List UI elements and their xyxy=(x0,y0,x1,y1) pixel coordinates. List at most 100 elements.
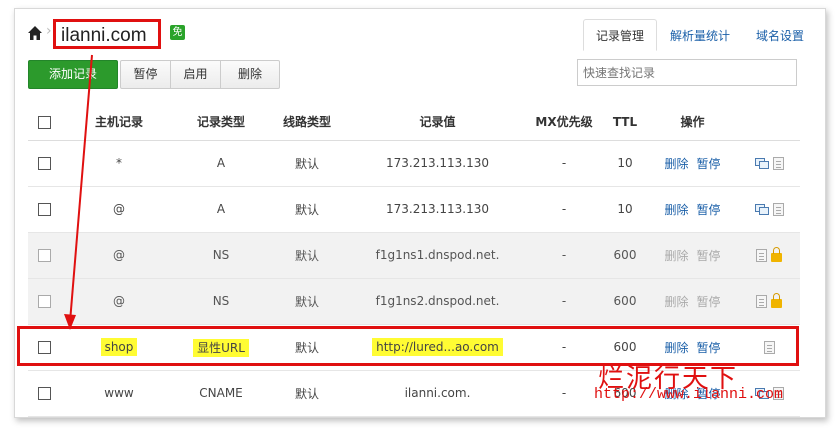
delete-link[interactable]: 删除 xyxy=(664,157,688,171)
search-input[interactable] xyxy=(577,59,797,86)
cell-type: NS xyxy=(178,278,264,325)
cell-type[interactable]: A xyxy=(178,186,264,233)
cell-line: 默认 xyxy=(264,278,350,325)
pause-link[interactable]: 暂停 xyxy=(697,203,721,217)
cell-actions: 删除 暂停 xyxy=(647,140,738,187)
remark-icon[interactable] xyxy=(756,295,767,308)
row-checkbox[interactable] xyxy=(37,341,51,354)
row-checkbox[interactable] xyxy=(37,203,51,216)
cell-host: @ xyxy=(60,232,178,279)
cell-host[interactable]: @ xyxy=(60,186,178,233)
row-checkbox xyxy=(37,249,51,262)
cell-value[interactable]: 173.213.113.130 xyxy=(350,186,525,233)
cell-host[interactable]: www xyxy=(60,370,178,417)
cell-ttl[interactable]: 10 xyxy=(603,140,647,187)
col-extra xyxy=(738,104,800,141)
cell-actions: 删除 暂停 xyxy=(647,278,738,325)
cell-value[interactable]: ilanni.com. xyxy=(350,370,525,417)
cell-value[interactable]: http://lured...ao.com xyxy=(350,324,525,371)
col-ttl: TTL xyxy=(603,104,647,141)
add-record-button[interactable]: 添加记录 xyxy=(28,60,118,89)
tab-domain-settings[interactable]: 域名设置 xyxy=(743,19,817,51)
cell-extra xyxy=(738,232,800,279)
cell-extra xyxy=(738,186,800,233)
table-row: @ A 默认 173.213.113.130 - 10 删除 暂停 xyxy=(28,186,800,233)
batch-action-group: 暂停 启用 删除 xyxy=(120,60,280,89)
cell-line[interactable]: 默认 xyxy=(264,370,350,417)
cell-host: @ xyxy=(60,278,178,325)
delete-button[interactable]: 删除 xyxy=(221,61,279,88)
table-row: * A 默认 173.213.113.130 - 10 删除 暂停 xyxy=(28,140,800,187)
delete-link[interactable]: 删除 xyxy=(664,203,688,217)
cell-type[interactable]: CNAME xyxy=(178,370,264,417)
pause-link[interactable]: 暂停 xyxy=(697,157,721,171)
type-highlight: 显性URL xyxy=(193,338,249,357)
remark-icon[interactable] xyxy=(763,341,775,354)
cell-actions: 删除 暂停 xyxy=(647,232,738,279)
cell-value[interactable]: 173.213.113.130 xyxy=(350,140,525,187)
delete-link[interactable]: 删除 xyxy=(664,341,688,355)
enable-button[interactable]: 启用 xyxy=(171,61,221,88)
col-value: 记录值 xyxy=(350,104,525,141)
row-checkbox[interactable] xyxy=(37,157,51,170)
pause-button[interactable]: 暂停 xyxy=(121,61,171,88)
cell-type[interactable]: A xyxy=(178,140,264,187)
col-actions: 操作 xyxy=(647,104,738,141)
cell-type: NS xyxy=(178,232,264,279)
col-mx: MX优先级 xyxy=(525,104,603,141)
topbar: › ilanni.com 免 记录管理 解析量统计 域名设置 xyxy=(15,9,825,53)
cell-extra xyxy=(738,324,800,371)
cell-mx: - xyxy=(525,370,603,417)
cell-extra xyxy=(738,140,800,187)
cell-line: 默认 xyxy=(264,232,350,279)
col-type: 记录类型 xyxy=(178,104,264,141)
watermark-url: http://www.ilanni.com xyxy=(594,386,784,403)
value-highlight: http://lured...ao.com xyxy=(372,338,503,356)
table-row: @ NS 默认 f1g1ns1.dnspod.net. - 600 删除 暂停 xyxy=(28,232,800,279)
tab-records[interactable]: 记录管理 xyxy=(582,19,657,51)
remark-icon[interactable] xyxy=(772,203,784,216)
cell-ttl[interactable]: 10 xyxy=(603,186,647,233)
remark-icon[interactable] xyxy=(772,157,784,170)
host-highlight: shop xyxy=(100,338,138,356)
col-line: 线路类型 xyxy=(264,104,350,141)
breadcrumb-separator-icon: › xyxy=(46,23,52,39)
cell-line[interactable]: 默认 xyxy=(264,186,350,233)
cell-mx: - xyxy=(525,140,603,187)
table-row: @ NS 默认 f1g1ns2.dnspod.net. - 600 删除 暂停 xyxy=(28,278,800,325)
cell-mx: - xyxy=(525,278,603,325)
cell-line[interactable]: 默认 xyxy=(264,324,350,371)
delete-link: 删除 xyxy=(664,248,689,263)
select-all-cell xyxy=(28,104,60,141)
table-header-row: 主机记录 记录类型 线路类型 记录值 MX优先级 TTL 操作 xyxy=(28,104,800,141)
cell-ttl: 600 xyxy=(603,278,647,325)
domain-title: ilanni.com xyxy=(53,19,161,49)
free-badge: 免 xyxy=(170,25,185,40)
lock-icon xyxy=(771,293,782,308)
cell-type[interactable]: 显性URL xyxy=(178,324,264,371)
cell-ttl: 600 xyxy=(603,232,647,279)
col-host: 主机记录 xyxy=(60,104,178,141)
row-checkbox xyxy=(37,295,51,308)
remark-icon[interactable] xyxy=(756,249,767,262)
cell-actions: 删除 暂停 xyxy=(647,186,738,233)
cell-mx: - xyxy=(525,324,603,371)
row-checkbox[interactable] xyxy=(37,387,51,400)
cell-value: f1g1ns1.dnspod.net. xyxy=(350,232,525,279)
lock-icon xyxy=(771,247,782,262)
home-icon[interactable] xyxy=(27,25,43,41)
select-all-checkbox[interactable] xyxy=(37,115,51,129)
comment-icon[interactable] xyxy=(754,203,769,216)
pause-link: 暂停 xyxy=(696,294,721,309)
pause-link[interactable]: 暂停 xyxy=(697,341,721,355)
cell-mx: - xyxy=(525,186,603,233)
comment-icon[interactable] xyxy=(754,157,769,170)
tab-statistics[interactable]: 解析量统计 xyxy=(657,19,743,51)
delete-link: 删除 xyxy=(664,294,689,309)
cell-extra xyxy=(738,278,800,325)
cell-host[interactable]: shop xyxy=(60,324,178,371)
cell-line[interactable]: 默认 xyxy=(264,140,350,187)
dns-panel: › ilanni.com 免 记录管理 解析量统计 域名设置 添加记录 暂停 启… xyxy=(14,8,826,418)
cell-host[interactable]: * xyxy=(60,140,178,187)
cell-value: f1g1ns2.dnspod.net. xyxy=(350,278,525,325)
